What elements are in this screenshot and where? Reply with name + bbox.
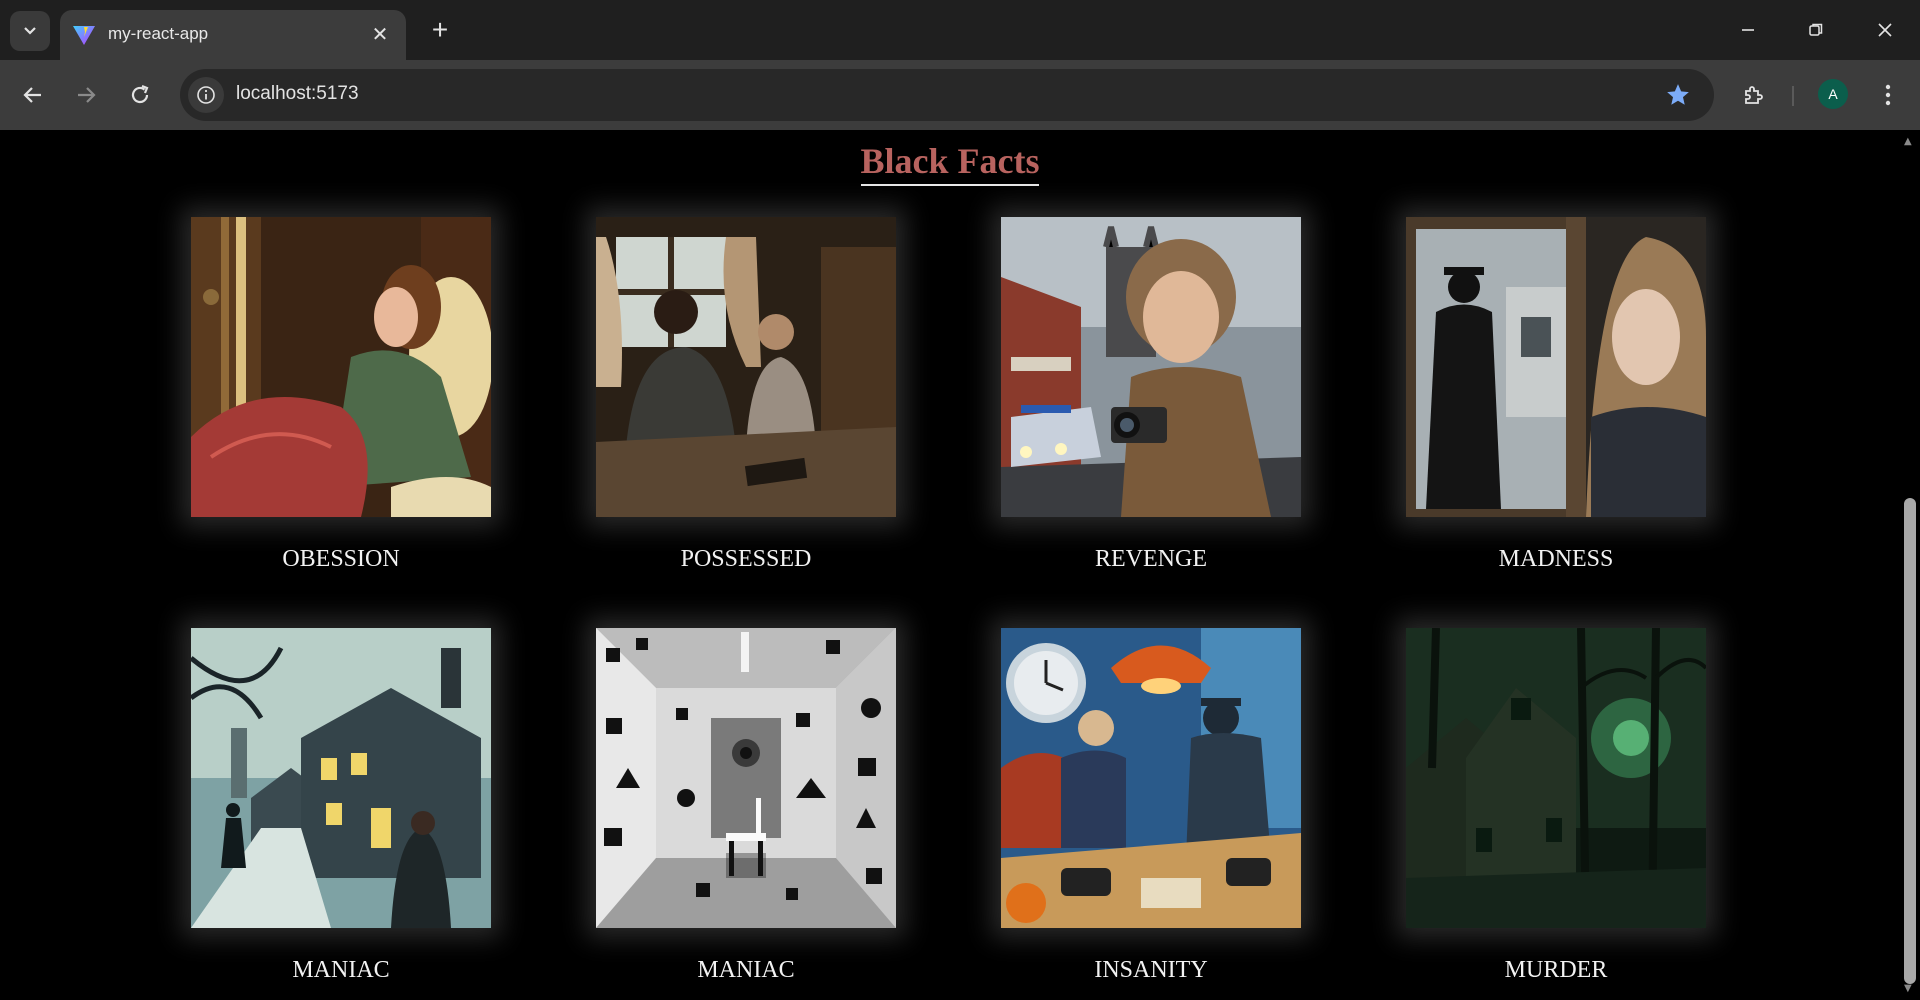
card-image-3[interactable]	[1001, 217, 1301, 517]
card-image-8[interactable]	[1406, 628, 1706, 928]
star-icon	[1667, 84, 1689, 105]
puzzle-icon	[1745, 86, 1763, 104]
card-label-3: REVENGE	[1095, 546, 1207, 572]
card-image-7[interactable]	[1001, 628, 1301, 928]
dark-street-houses-image	[191, 628, 491, 928]
card-label-6: MANIAC	[697, 957, 795, 983]
vite-favicon-icon	[73, 26, 95, 45]
browser-menu-button[interactable]	[1870, 77, 1906, 113]
tab-title: my-react-app	[108, 24, 209, 43]
more-vertical-icon	[1885, 84, 1891, 106]
arrow-right-icon	[78, 87, 96, 103]
chevron-down-icon	[24, 27, 36, 35]
card-label-2: POSSESSED	[680, 546, 812, 572]
page-scrollbar[interactable]: ▲ ▼	[1900, 130, 1920, 1000]
green-forest-house-image	[1406, 628, 1706, 928]
page-title: Black Facts	[0, 140, 1900, 186]
card-image-5[interactable]	[191, 628, 491, 928]
scroll-up-arrow-icon[interactable]: ▲	[1904, 136, 1912, 147]
profile-avatar[interactable]: A	[1818, 79, 1848, 109]
tab-strip: my-react-app ✕ +	[0, 0, 1920, 60]
scroll-down-arrow-icon[interactable]: ▼	[1904, 983, 1912, 994]
site-info-button[interactable]	[188, 77, 224, 113]
card-image-2[interactable]	[596, 217, 896, 517]
url-text[interactable]: localhost:5173	[236, 83, 359, 105]
card-label-1: OBESSION	[282, 546, 400, 572]
info-icon	[197, 86, 215, 104]
new-tab-button[interactable]: +	[424, 14, 456, 46]
scroll-thumb[interactable]	[1904, 498, 1916, 984]
restore-button[interactable]	[1793, 10, 1839, 50]
bookmark-star-button[interactable]	[1664, 81, 1692, 109]
page-title-text: Black Facts	[860, 140, 1040, 186]
reload-icon	[131, 84, 149, 104]
tab-search-button[interactable]	[10, 11, 50, 51]
extensions-button[interactable]	[1736, 77, 1772, 113]
tab-close-icon[interactable]: ✕	[368, 22, 392, 46]
minimize-icon	[1742, 29, 1754, 31]
page-viewport: Black Facts OBESSION POSSESSED REVENGE M…	[0, 130, 1900, 1000]
forward-button[interactable]	[68, 77, 104, 113]
card-label-4: MADNESS	[1498, 546, 1614, 572]
restore-icon	[1809, 23, 1823, 36]
arrow-left-icon	[23, 87, 41, 103]
card-image-1[interactable]	[191, 217, 491, 517]
woman-with-camera-image	[1001, 217, 1301, 517]
close-icon	[1878, 23, 1892, 37]
card-image-6[interactable]	[596, 628, 896, 928]
back-button[interactable]	[15, 77, 51, 113]
patterned-room-image	[596, 628, 896, 928]
close-window-button[interactable]	[1862, 10, 1908, 50]
browser-toolbar: localhost:5173 A	[0, 60, 1920, 130]
detectives-with-lamp-image	[1001, 628, 1301, 928]
card-label-8: MURDER	[1504, 957, 1608, 983]
woman-in-bed-image	[191, 217, 491, 517]
minimize-button[interactable]	[1725, 10, 1771, 50]
reload-button[interactable]	[122, 77, 158, 113]
browser-tab-active[interactable]: my-react-app ✕	[60, 10, 406, 60]
toolbar-divider	[1792, 86, 1794, 106]
shadow-man-at-window-image	[1406, 217, 1706, 517]
man-and-girl-image	[596, 217, 896, 517]
card-label-5: MANIAC	[292, 957, 390, 983]
card-image-4[interactable]	[1406, 217, 1706, 517]
card-label-7: INSANITY	[1094, 957, 1208, 983]
address-bar[interactable]: localhost:5173	[180, 69, 1714, 121]
